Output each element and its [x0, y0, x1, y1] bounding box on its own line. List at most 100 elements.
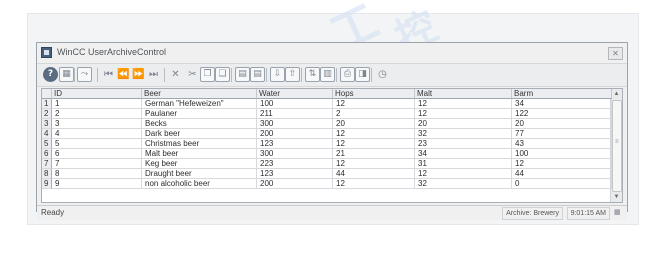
- table-row[interactable]: 2 2 Paulaner 211 2 12 122: [42, 109, 612, 119]
- col-hops-header[interactable]: Hops: [333, 89, 415, 99]
- row-number[interactable]: 6: [42, 149, 52, 159]
- cell-water[interactable]: 300: [257, 149, 333, 159]
- cell-barm[interactable]: 20: [512, 119, 612, 129]
- col-malt-header[interactable]: Malt: [415, 89, 512, 99]
- cell-beer[interactable]: Draught beer: [142, 169, 257, 179]
- print-icon[interactable]: ⎙: [340, 67, 355, 82]
- table-row[interactable]: 3 3 Becks 300 20 20 20: [42, 119, 612, 129]
- export-icon[interactable]: ⇧: [285, 67, 300, 82]
- cell-id[interactable]: 4: [52, 129, 142, 139]
- cell-id[interactable]: 2: [52, 109, 142, 119]
- paste-icon[interactable]: ❏: [215, 67, 230, 82]
- cell-hops[interactable]: 21: [333, 149, 415, 159]
- last-record-icon[interactable]: ⏭: [146, 67, 161, 82]
- table-row[interactable]: 7 7 Keg beer 223 12 31 12: [42, 159, 612, 169]
- row-number[interactable]: 9: [42, 179, 52, 189]
- cell-water[interactable]: 200: [257, 129, 333, 139]
- previous-record-icon[interactable]: ⏪: [116, 67, 131, 82]
- col-beer-header[interactable]: Beer: [142, 89, 257, 99]
- cell-beer[interactable]: non alcoholic beer: [142, 179, 257, 189]
- cell-water[interactable]: 211: [257, 109, 333, 119]
- col-water-header[interactable]: Water: [257, 89, 333, 99]
- timebase-icon[interactable]: ◷: [375, 67, 390, 82]
- cell-water[interactable]: 223: [257, 159, 333, 169]
- row-number-header[interactable]: [42, 89, 52, 99]
- cell-water[interactable]: 123: [257, 139, 333, 149]
- cell-id[interactable]: 1: [52, 99, 142, 109]
- cell-water[interactable]: 200: [257, 179, 333, 189]
- cell-id[interactable]: 7: [52, 159, 142, 169]
- cell-hops[interactable]: 44: [333, 169, 415, 179]
- scroll-up-arrow-icon[interactable]: ▲: [611, 89, 622, 99]
- help-icon[interactable]: ?: [43, 67, 58, 82]
- cell-beer[interactable]: Becks: [142, 119, 257, 129]
- cell-water[interactable]: 123: [257, 169, 333, 179]
- cell-malt[interactable]: 32: [415, 179, 512, 189]
- cell-id[interactable]: 8: [52, 169, 142, 179]
- cell-id[interactable]: 9: [52, 179, 142, 189]
- table-row[interactable]: 9 9 non alcoholic beer 200 12 32 0: [42, 179, 612, 189]
- cell-id[interactable]: 6: [52, 149, 142, 159]
- table-row[interactable]: 6 6 Malt beer 300 21 34 100: [42, 149, 612, 159]
- col-barm-header[interactable]: Barm: [512, 89, 612, 99]
- copy-icon[interactable]: ❐: [200, 67, 215, 82]
- table-row[interactable]: 4 4 Dark beer 200 12 32 77: [42, 129, 612, 139]
- cell-water[interactable]: 300: [257, 119, 333, 129]
- table-row[interactable]: 8 8 Draught beer 123 44 12 44: [42, 169, 612, 179]
- read-tags-icon[interactable]: ▤: [235, 67, 250, 82]
- cell-malt[interactable]: 12: [415, 109, 512, 119]
- row-number[interactable]: 7: [42, 159, 52, 169]
- cell-beer[interactable]: Paulaner: [142, 109, 257, 119]
- cell-beer[interactable]: Christmas beer: [142, 139, 257, 149]
- table-row[interactable]: 5 5 Christmas beer 123 12 23 43: [42, 139, 612, 149]
- cell-water[interactable]: 100: [257, 99, 333, 109]
- cell-hops[interactable]: 12: [333, 159, 415, 169]
- write-tags-icon[interactable]: ▤: [250, 67, 265, 82]
- cell-malt[interactable]: 31: [415, 159, 512, 169]
- cell-barm[interactable]: 100: [512, 149, 612, 159]
- row-number[interactable]: 4: [42, 129, 52, 139]
- row-number[interactable]: 8: [42, 169, 52, 179]
- cell-id[interactable]: 5: [52, 139, 142, 149]
- cell-malt[interactable]: 20: [415, 119, 512, 129]
- table-row[interactable]: 1 1 German "Hefeweizen" 100 12 12 34: [42, 99, 612, 109]
- selection-dialog-icon[interactable]: ▥: [320, 67, 335, 82]
- next-record-icon[interactable]: ⏩: [131, 67, 146, 82]
- cell-malt[interactable]: 12: [415, 99, 512, 109]
- cell-hops[interactable]: 12: [333, 99, 415, 109]
- scroll-down-arrow-icon[interactable]: ▼: [611, 192, 622, 202]
- scroll-thumb[interactable]: ≡: [612, 100, 622, 192]
- cell-malt[interactable]: 12: [415, 169, 512, 179]
- col-id-header[interactable]: ID: [52, 89, 142, 99]
- row-number[interactable]: 5: [42, 139, 52, 149]
- cell-barm[interactable]: 44: [512, 169, 612, 179]
- cell-hops[interactable]: 12: [333, 129, 415, 139]
- cell-hops[interactable]: 2: [333, 109, 415, 119]
- cut-icon[interactable]: ✂: [185, 67, 200, 82]
- cell-hops[interactable]: 20: [333, 119, 415, 129]
- cell-barm[interactable]: 43: [512, 139, 612, 149]
- cell-beer[interactable]: Dark beer: [142, 129, 257, 139]
- title-bar[interactable]: WinCC UserArchiveControl ✕: [37, 43, 627, 64]
- cell-id[interactable]: 3: [52, 119, 142, 129]
- cell-beer[interactable]: German "Hefeweizen": [142, 99, 257, 109]
- cell-beer[interactable]: Malt beer: [142, 149, 257, 159]
- row-number[interactable]: 3: [42, 119, 52, 129]
- cell-barm[interactable]: 122: [512, 109, 612, 119]
- close-button[interactable]: ✕: [608, 47, 623, 60]
- delete-icon[interactable]: ✕: [168, 67, 183, 82]
- cell-malt[interactable]: 23: [415, 139, 512, 149]
- cell-barm[interactable]: 34: [512, 99, 612, 109]
- import-icon[interactable]: ⇩: [270, 67, 285, 82]
- row-number[interactable]: 1: [42, 99, 52, 109]
- cell-beer[interactable]: Keg beer: [142, 159, 257, 169]
- cell-barm[interactable]: 12: [512, 159, 612, 169]
- cell-malt[interactable]: 34: [415, 149, 512, 159]
- first-record-icon[interactable]: ⏮: [101, 67, 116, 82]
- sort-dialog-icon[interactable]: ⇅: [305, 67, 320, 82]
- save-icon[interactable]: ◨: [355, 67, 370, 82]
- config-dialog-icon[interactable]: ▦: [59, 67, 74, 82]
- cell-barm[interactable]: 0: [512, 179, 612, 189]
- cell-barm[interactable]: 77: [512, 129, 612, 139]
- select-archive-icon[interactable]: ⤳: [77, 67, 92, 82]
